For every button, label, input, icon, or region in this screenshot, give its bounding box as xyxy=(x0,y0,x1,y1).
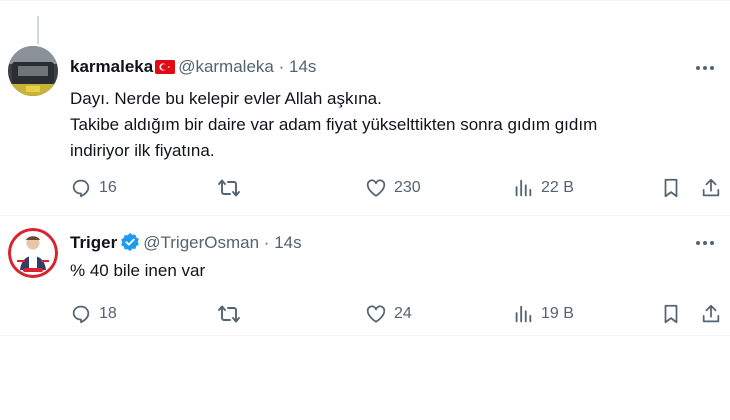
tweet-header: Triger @TrigerOsman · 14s xyxy=(70,232,302,257)
views-button[interactable]: 22 B xyxy=(512,175,574,201)
more-dots-icon[interactable] xyxy=(692,233,718,253)
retweet-button[interactable] xyxy=(217,301,241,327)
retweet-icon xyxy=(218,179,240,197)
like-count: 230 xyxy=(394,179,421,196)
bookmark-icon xyxy=(664,304,678,324)
share-button[interactable] xyxy=(700,175,722,201)
share-button[interactable] xyxy=(700,301,722,327)
share-icon xyxy=(702,304,720,323)
display-name[interactable]: Triger xyxy=(70,233,117,252)
thread-line-top xyxy=(37,16,39,44)
action-bar: 16 230 22 B xyxy=(60,175,730,201)
tweet-text-line: indiriyor ilk fiyatına. xyxy=(70,141,215,160)
display-name[interactable]: karmaleka xyxy=(70,57,153,76)
tweet-header: karmaleka @karmaleka · 14s xyxy=(70,57,316,77)
retweet-button[interactable] xyxy=(217,175,241,201)
analytics-icon xyxy=(515,179,532,197)
timestamp[interactable]: 14s xyxy=(274,233,301,252)
tweet-text-line: Takibe aldığım bir daire var adam fiyat … xyxy=(70,115,598,134)
bookmark-icon xyxy=(664,178,678,198)
views-button[interactable]: 19 B xyxy=(512,301,574,327)
more-dots-icon[interactable] xyxy=(692,58,718,78)
turkey-flag-icon xyxy=(155,60,176,74)
timestamp[interactable]: 14s xyxy=(289,57,316,76)
avatar[interactable] xyxy=(8,228,58,278)
tweet-triger[interactable]: Triger @TrigerOsman · 14s % 40 bile inen … xyxy=(0,215,730,335)
tweet-text-line: % 40 bile inen var xyxy=(70,261,206,280)
bookmark-button[interactable] xyxy=(660,301,682,327)
reply-button[interactable]: 16 xyxy=(70,175,117,201)
divider xyxy=(0,335,730,336)
heart-icon xyxy=(366,305,386,323)
analytics-icon xyxy=(515,305,532,323)
like-count: 24 xyxy=(394,305,412,322)
handle[interactable]: @karmaleka xyxy=(178,57,274,76)
view-count: 22 B xyxy=(541,179,574,196)
verified-badge-icon xyxy=(120,232,140,257)
handle[interactable]: @TrigerOsman xyxy=(143,233,259,252)
bookmark-button[interactable] xyxy=(660,175,682,201)
tweet-text: % 40 bile inen var xyxy=(70,258,205,284)
reply-count: 18 xyxy=(99,305,117,322)
like-button[interactable]: 230 xyxy=(365,175,421,201)
tweet-text: Dayı. Nerde bu kelepir evler Allah aşkın… xyxy=(70,86,597,164)
reply-button[interactable]: 18 xyxy=(70,301,117,327)
avatar[interactable] xyxy=(8,46,58,96)
tweet-karmaleka[interactable]: karmaleka @karmaleka · 14s Dayı. Nerde bu… xyxy=(0,0,730,215)
reply-icon xyxy=(72,305,90,324)
reply-icon xyxy=(72,179,90,198)
separator: · xyxy=(263,233,270,252)
like-button[interactable]: 24 xyxy=(365,301,412,327)
share-icon xyxy=(702,178,720,197)
reply-count: 16 xyxy=(99,179,117,196)
separator: · xyxy=(278,57,285,76)
action-bar: 18 24 19 B xyxy=(60,301,730,327)
tweet-thread: karmaleka @karmaleka · 14s Dayı. Nerde bu… xyxy=(0,0,730,420)
view-count: 19 B xyxy=(541,305,574,322)
heart-icon xyxy=(366,179,386,197)
retweet-icon xyxy=(218,305,240,323)
tweet-text-line: Dayı. Nerde bu kelepir evler Allah aşkın… xyxy=(70,89,382,108)
